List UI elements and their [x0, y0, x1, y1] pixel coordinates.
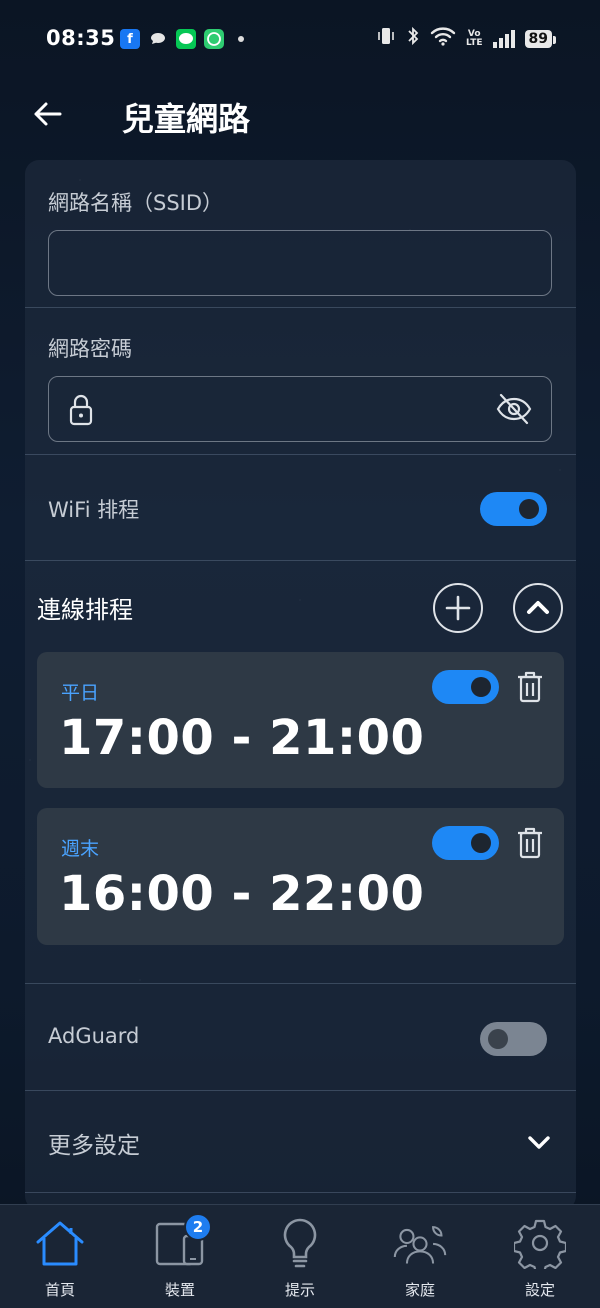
bottom-navigation: 首頁 2 裝置 提示 家庭 設定	[0, 1204, 600, 1308]
connection-schedule-title: 連線排程	[37, 596, 133, 624]
status-bar: 08:35 f Vo LTE 89	[0, 0, 600, 80]
divider	[25, 307, 576, 308]
plus-icon	[445, 595, 471, 621]
nav-devices[interactable]: 2 裝置	[120, 1205, 240, 1308]
password-label: 網路密碼	[48, 337, 132, 361]
wifi-schedule-label: WiFi 排程	[48, 498, 140, 522]
collapse-schedule-button[interactable]	[513, 583, 563, 633]
schedule-toggle[interactable]	[432, 670, 499, 704]
nav-home[interactable]: 首頁	[0, 1205, 120, 1308]
lock-icon	[67, 393, 95, 431]
divider	[25, 560, 576, 561]
trash-icon[interactable]	[515, 670, 545, 708]
more-notifications-dot	[238, 36, 244, 42]
adguard-label: AdGuard	[48, 1024, 140, 1048]
bluetooth-icon	[406, 26, 420, 51]
chat-bubble-icon	[148, 29, 168, 49]
schedule-day: 週末	[61, 838, 100, 860]
wifi-schedule-toggle[interactable]	[480, 492, 547, 526]
settings-card: 網路名稱（SSID） 網路密碼 WiFi 排程 連線排程 平日 17:00 - …	[25, 160, 576, 1210]
schedule-time: 16:00 - 22:00	[59, 866, 425, 922]
schedule-toggle[interactable]	[432, 826, 499, 860]
system-icons: Vo LTE 89	[376, 26, 557, 51]
nav-family[interactable]: 家庭	[360, 1205, 480, 1308]
page-title: 兒童網路	[122, 100, 251, 138]
eye-off-icon[interactable]	[495, 390, 533, 432]
devices-icon: 2	[152, 1213, 212, 1271]
notification-icons: f	[120, 29, 244, 49]
messenger-app-icon	[204, 29, 224, 49]
trash-icon[interactable]	[515, 826, 545, 864]
adguard-toggle[interactable]	[480, 1022, 547, 1056]
family-icon	[392, 1215, 448, 1271]
divider	[25, 1192, 576, 1193]
schedule-day: 平日	[61, 682, 100, 704]
status-time: 08:35	[46, 26, 116, 50]
ssid-label: 網路名稱（SSID）	[48, 191, 224, 215]
ssid-input[interactable]	[48, 230, 552, 296]
schedule-time: 17:00 - 21:00	[59, 710, 425, 766]
schedule-item[interactable]: 週末 16:00 - 22:00	[37, 808, 564, 945]
line-app-icon	[176, 29, 196, 49]
divider	[25, 983, 576, 984]
add-schedule-button[interactable]	[433, 583, 483, 633]
chevron-up-icon	[527, 601, 549, 614]
nav-tips[interactable]: 提示	[240, 1205, 360, 1308]
more-settings-label[interactable]: 更多設定	[48, 1126, 140, 1160]
divider	[25, 1090, 576, 1091]
volte-indicator: Vo LTE	[465, 28, 483, 48]
wifi-icon	[430, 26, 456, 51]
nav-settings[interactable]: 設定	[480, 1205, 600, 1308]
password-input[interactable]	[48, 376, 552, 442]
home-icon	[32, 1215, 88, 1271]
schedule-item[interactable]: 平日 17:00 - 21:00	[37, 652, 564, 788]
devices-badge: 2	[184, 1213, 212, 1241]
arrow-left-icon	[34, 102, 62, 126]
lightbulb-icon	[272, 1215, 328, 1271]
vibrate-icon	[376, 26, 396, 51]
battery-indicator: 89	[524, 29, 557, 48]
chevron-down-icon[interactable]	[525, 1132, 553, 1158]
back-button[interactable]	[30, 96, 66, 132]
facebook-icon: f	[120, 29, 140, 49]
signal-icon	[492, 29, 515, 48]
gear-icon	[512, 1215, 568, 1271]
divider	[25, 454, 576, 455]
